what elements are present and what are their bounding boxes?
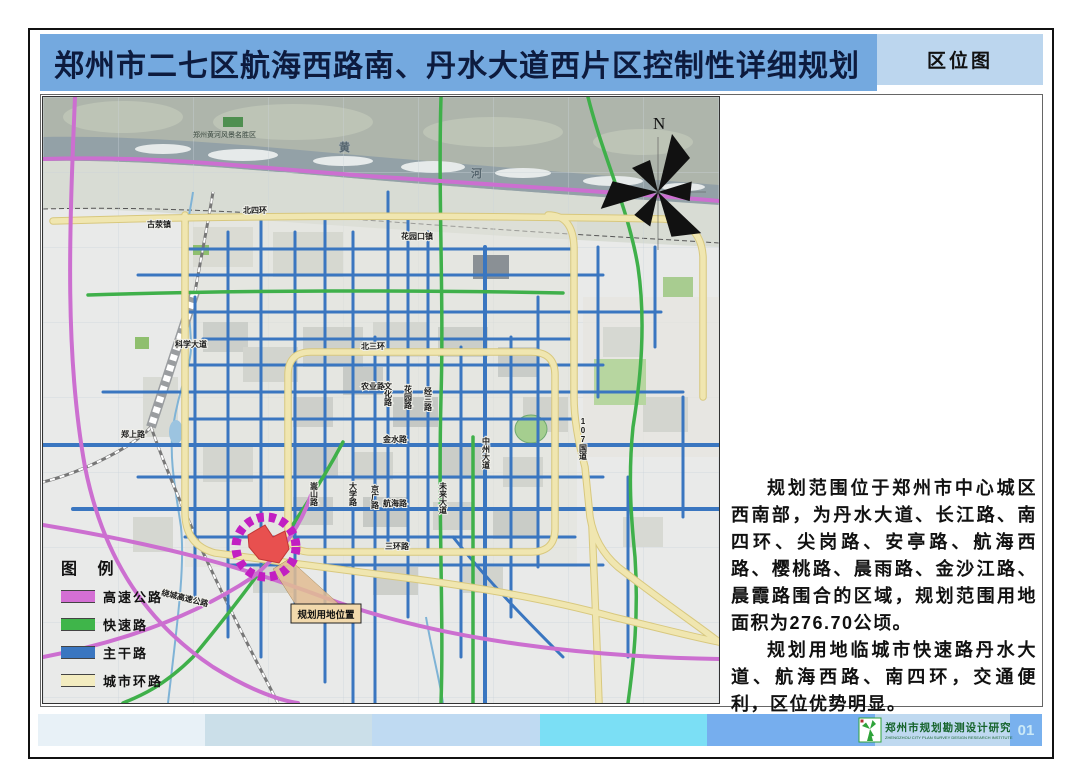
corner-label-box: 区位图	[877, 34, 1043, 85]
corner-label: 区位图	[927, 46, 993, 73]
institute-name-cn: 郑州市规划勘测设计研究院	[885, 720, 1027, 735]
page-title: 郑州市二七区航海西路南、丹水大道西片区控制性详细规划	[54, 41, 860, 85]
footer-segment-1	[38, 714, 205, 746]
svg-text:文化路: 文化路	[383, 381, 393, 407]
arterial-swatch	[61, 646, 95, 659]
svg-text:古荥镇: 古荥镇	[147, 219, 171, 229]
footer-institute-segment: 郑州市规划勘测设计研究院 ZHENGZHOU CITY PLAN SURVEY …	[875, 714, 1010, 746]
legend-title: 图 例	[61, 555, 163, 579]
institute-logo-icon	[858, 717, 882, 743]
legend-item-expressway: 快速路	[61, 615, 163, 634]
legend-item-ringroad: 城市环路	[61, 671, 163, 690]
svg-text:中州大道: 中州大道	[482, 436, 491, 470]
svg-text:北三环: 北三环	[361, 341, 385, 351]
svg-text:科学大道: 科学大道	[175, 339, 207, 349]
svg-text:未来大道: 未来大道	[438, 481, 448, 515]
expressway-swatch	[61, 618, 95, 631]
legend-item-highway: 高速公路	[61, 587, 163, 606]
svg-text:黄: 黄	[339, 140, 350, 154]
svg-text:三环路: 三环路	[385, 541, 410, 551]
lake	[169, 420, 183, 444]
svg-text:大学路: 大学路	[348, 481, 358, 507]
svg-text:N: N	[653, 114, 665, 133]
page-number: 01	[1018, 722, 1035, 739]
institute-block: 郑州市规划勘测设计研究院 ZHENGZHOU CITY PLAN SURVEY …	[858, 717, 1027, 743]
description-paragraph-1: 规划范围位于郑州市中心城区西南部，为丹水大道、长江路、南四环、尖岗路、安亭路、航…	[731, 475, 1037, 637]
svg-text:花园口镇: 花园口镇	[401, 231, 433, 241]
site-label: 规划用地位置	[297, 609, 355, 621]
description-paragraph-2: 规划用地临城市快速路丹水大道、航海西路、南四环，交通便利，区位优势明显。	[731, 637, 1037, 718]
footer-segment-4	[540, 714, 707, 746]
content-frame: 郑州黄河风景名胜区 黄 河 古荥镇 花园口镇 北四环 北三环 科学大道 郑上路 …	[40, 94, 1043, 707]
svg-text:农业路: 农业路	[360, 381, 386, 391]
page-frame: 郑州市二七区航海西路南、丹水大道西片区控制性详细规划 区位图	[28, 28, 1054, 759]
svg-text:金水路: 金水路	[382, 434, 408, 444]
footer-segment-5	[707, 714, 875, 746]
ringroad-swatch	[61, 674, 95, 687]
svg-text:107国道: 107国道	[579, 417, 588, 461]
svg-text:花园路: 花园路	[403, 384, 413, 410]
svg-text:河: 河	[471, 166, 482, 180]
map-legend: 图 例 高速公路 快速路 主干路 城市环路	[61, 555, 163, 699]
footer-bar: 郑州市规划勘测设计研究院 ZHENGZHOU CITY PLAN SURVEY …	[38, 714, 1042, 746]
svg-text:郑上路: 郑上路	[121, 429, 146, 439]
svg-text:京广路: 京广路	[370, 484, 380, 510]
svg-text:经三路: 经三路	[423, 386, 433, 412]
title-bar: 郑州市二七区航海西路南、丹水大道西片区控制性详细规划	[40, 34, 877, 91]
svg-text:嵩山路: 嵩山路	[309, 481, 319, 507]
institute-name-en: ZHENGZHOU CITY PLAN SURVEY DESIGN RESEAR…	[885, 735, 1013, 740]
footer-page-number-segment: 01	[1010, 714, 1042, 746]
legend-item-arterial: 主干路	[61, 643, 163, 662]
svg-text:航海路: 航海路	[383, 498, 408, 508]
footer-segment-3	[372, 714, 540, 746]
location-map: 郑州黄河风景名胜区 黄 河 古荥镇 花园口镇 北四环 北三环 科学大道 郑上路 …	[42, 96, 720, 704]
highway-swatch	[61, 590, 95, 603]
description-text: 规划范围位于郑州市中心城区西南部，为丹水大道、长江路、南四环、尖岗路、安亭路、航…	[731, 475, 1037, 718]
svg-text:郑州黄河风景名胜区: 郑州黄河风景名胜区	[193, 130, 256, 139]
footer-segment-2	[205, 714, 372, 746]
svg-text:北四环: 北四环	[243, 205, 267, 215]
